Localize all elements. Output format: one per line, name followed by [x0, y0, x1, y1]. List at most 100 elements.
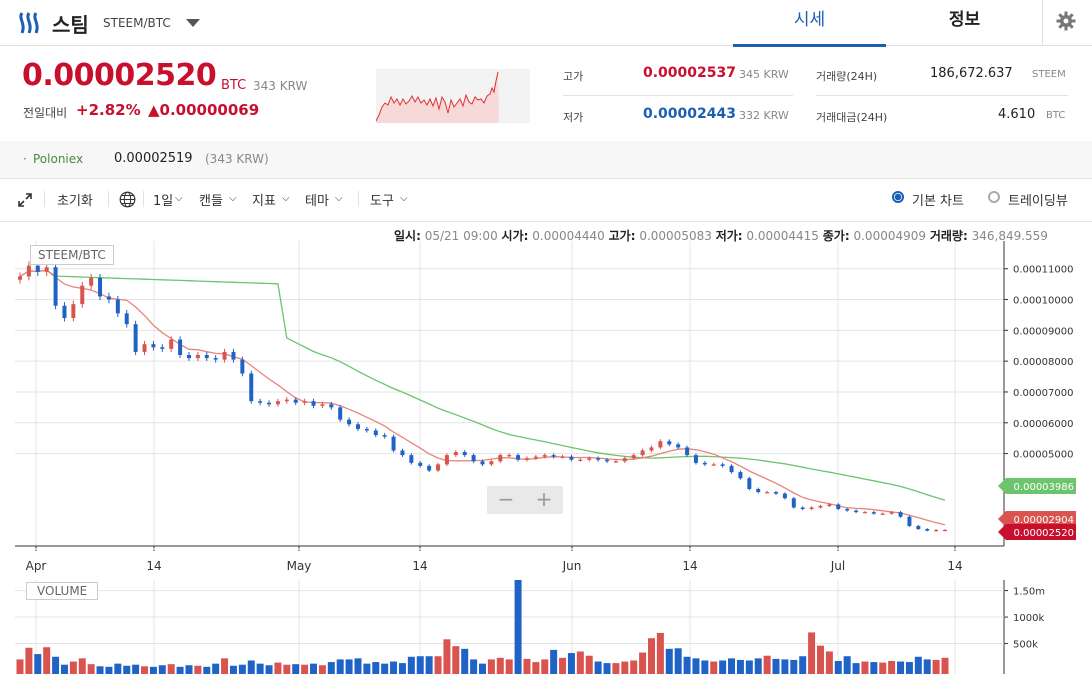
- candle-body: [498, 455, 503, 462]
- volume-bar: [470, 659, 478, 674]
- volume-bar: [816, 645, 824, 674]
- candle-body: [80, 285, 85, 305]
- volume-bar: [763, 655, 771, 674]
- candle-body: [649, 447, 654, 451]
- candle-body: [133, 324, 138, 352]
- volume-bar: [550, 649, 558, 674]
- volume-bar: [656, 632, 664, 674]
- volume-bar: [825, 651, 833, 674]
- candle-body: [106, 296, 111, 300]
- volume-bar: [60, 664, 68, 674]
- volume-bar: [630, 660, 638, 674]
- x-tick-label: Jun: [562, 559, 582, 573]
- zoom-in-button[interactable]: +: [529, 486, 559, 514]
- volume-bar: [336, 659, 344, 674]
- candle-body: [925, 529, 930, 531]
- candle-body: [195, 354, 200, 359]
- price-chart[interactable]: Apr 14 May 14 Jun 14 Jul 14 0.00011000 0.00010000…: [0, 0, 1092, 674]
- volume-bar: [772, 658, 780, 674]
- volume-bar: [843, 656, 851, 674]
- volume-bar: [888, 661, 896, 674]
- candle-body: [293, 399, 298, 403]
- volume-bar: [132, 664, 140, 674]
- candle-body: [320, 404, 325, 406]
- volume-bar: [354, 658, 362, 674]
- volume-bar: [665, 648, 673, 674]
- volume-bar: [265, 665, 273, 674]
- volume-bar: [754, 658, 762, 674]
- volume-bar: [43, 647, 51, 674]
- volume-bar: [905, 662, 913, 674]
- volume-bar: [781, 659, 789, 674]
- candle-body: [516, 455, 521, 460]
- y-tick-label: 0.00010000: [1013, 296, 1073, 307]
- candle-body: [427, 465, 432, 471]
- candle-body: [800, 507, 805, 510]
- volume-bar: [736, 659, 744, 674]
- candle-body: [809, 507, 814, 510]
- volume-bar: [897, 661, 905, 674]
- candle-body: [204, 354, 209, 359]
- volume-bar: [69, 661, 77, 674]
- volume-bar: [559, 657, 567, 674]
- x-tick-label: Apr: [26, 559, 47, 573]
- volume-bar: [719, 660, 727, 674]
- y-tick-label: 0.00011000: [1013, 265, 1073, 276]
- volume-bar: [283, 664, 291, 674]
- volume-bar: [274, 662, 282, 674]
- candle-body: [871, 512, 876, 514]
- volume-bar: [247, 660, 255, 674]
- candle-body: [151, 344, 156, 348]
- x-tick-label: 14: [412, 559, 427, 573]
- volume-bar: [381, 663, 389, 674]
- candle-body: [462, 452, 467, 456]
- volume-bar: [514, 580, 522, 674]
- candle-body: [240, 359, 245, 374]
- volume-bar: [310, 663, 318, 674]
- candle-body: [347, 419, 352, 425]
- candle-body: [880, 513, 885, 515]
- volume-bar: [612, 663, 620, 674]
- volume-bar: [194, 665, 202, 674]
- volume-bar: [745, 660, 753, 674]
- candle-body: [275, 401, 280, 405]
- candle-body: [382, 435, 387, 437]
- candle-body: [44, 267, 49, 272]
- candle-body: [453, 452, 458, 456]
- candle-body: [267, 402, 272, 405]
- candle-body: [818, 505, 823, 508]
- candle-body: [542, 455, 547, 457]
- volume-bar: [621, 661, 629, 674]
- volume-bar: [594, 661, 602, 674]
- ma-short-line: [19, 269, 946, 526]
- candle-body: [400, 450, 405, 456]
- candle-body: [524, 458, 529, 460]
- candle-body: [53, 267, 58, 306]
- candle-body: [747, 478, 752, 490]
- volume-tick-label: 1000k: [1013, 613, 1044, 624]
- volume-bar: [78, 658, 86, 674]
- candle-body: [115, 299, 120, 314]
- volume-bar: [105, 666, 113, 674]
- volume-bar: [923, 659, 931, 674]
- volume-bar: [603, 663, 611, 674]
- volume-bar: [443, 639, 451, 674]
- candle-body: [765, 492, 770, 494]
- volume-bar: [425, 656, 433, 674]
- zoom-out-button[interactable]: −: [491, 486, 521, 514]
- volume-bar: [301, 664, 309, 674]
- candle-body: [186, 354, 191, 359]
- candle-body: [613, 461, 618, 463]
- volume-bar: [487, 659, 495, 674]
- volume-bar: [363, 663, 371, 674]
- y-tick-label: 0.00007000: [1013, 388, 1073, 399]
- candle-body: [605, 459, 610, 462]
- candle-body: [587, 458, 592, 460]
- volume-bar: [710, 661, 718, 674]
- candle-body: [854, 510, 859, 513]
- candle-body: [338, 407, 343, 420]
- x-tick-label: Jul: [830, 559, 845, 573]
- volume-bar: [932, 659, 940, 674]
- volume-tick-label: 500k: [1013, 640, 1038, 651]
- volume-bar: [212, 663, 220, 674]
